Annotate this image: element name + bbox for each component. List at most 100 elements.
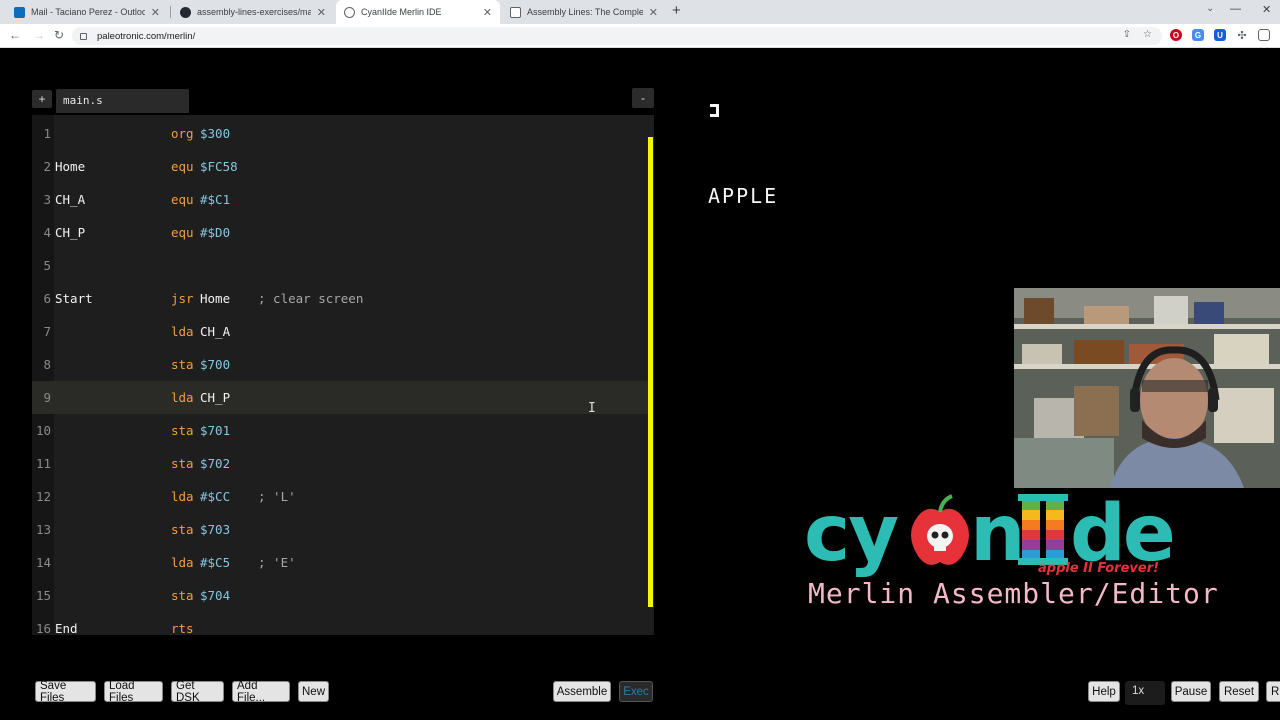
line-number: 1 [43, 126, 51, 141]
translate-extension-icon[interactable]: G [1192, 29, 1204, 41]
code-line[interactable]: 10 sta $701 [32, 414, 648, 447]
pause-button[interactable]: Pause [1171, 681, 1211, 702]
code-opcode: sta [171, 357, 194, 372]
close-icon[interactable]: ✕ [483, 6, 492, 19]
line-number: 9 [43, 390, 51, 405]
code-line[interactable]: 2 Home equ $FC58 [32, 150, 648, 183]
opera-extension-icon[interactable]: O [1170, 29, 1182, 41]
code-line[interactable]: 4 CH_P equ #$D0 [32, 216, 648, 249]
cut-off-button[interactable]: R [1266, 681, 1280, 702]
code-comment: ; 'L' [258, 489, 296, 504]
code-line[interactable]: 14 lda #$C5 ; 'E' [32, 546, 648, 579]
code-line[interactable]: 11 sta $702 [32, 447, 648, 480]
code-line[interactable]: 8 sta $700 [32, 348, 648, 381]
code-line[interactable]: 5 [32, 249, 648, 282]
file-tab-main-s[interactable]: main.s [56, 89, 189, 113]
lock-icon [80, 32, 87, 40]
url-text: paleotronic.com/merlin/ [97, 30, 196, 42]
code-opcode: lda [171, 555, 194, 570]
new-tab-button[interactable]: + [672, 2, 681, 19]
code-comment: ; clear screen [258, 291, 364, 306]
share-icon[interactable]: ⇪ [1123, 29, 1131, 40]
code-operand: CH_A [200, 324, 231, 339]
code-operand: #$CC [200, 489, 231, 504]
code-line[interactable]: 12 lda #$CC ; 'L' [32, 480, 648, 513]
editor-scrollbar[interactable] [648, 137, 653, 607]
browser-tab-github[interactable]: assembly-lines-exercises/main.s ✕ [172, 0, 334, 24]
bitwarden-extension-icon[interactable]: U [1214, 29, 1226, 41]
line-number: 15 [35, 588, 51, 603]
collapse-editor-button[interactable]: - [632, 88, 654, 108]
browser-tab-outlook[interactable]: Mail - Taciano Perez - Outlook ✕ [6, 0, 168, 24]
code-line[interactable]: 6 Start jsr Home ; clear screen [32, 282, 648, 315]
line-number: 8 [43, 357, 51, 372]
code-opcode: lda [171, 390, 194, 405]
code-opcode: sta [171, 522, 194, 537]
code-opcode: jsr [171, 291, 194, 306]
forward-arrow-icon[interactable]: → [33, 28, 45, 42]
code-line[interactable]: 13 sta $703 [32, 513, 648, 546]
code-operand: $300 [200, 126, 231, 141]
new-button[interactable]: New [298, 681, 329, 702]
code-operand: $702 [200, 456, 231, 471]
browser-tab-assembly-lines[interactable]: Assembly Lines: The Complete Bo ✕ [502, 0, 666, 24]
document-icon [510, 6, 521, 18]
close-icon[interactable]: ✕ [649, 6, 658, 19]
reset-button[interactable]: Reset [1219, 681, 1259, 702]
code-operand: $703 [200, 522, 231, 537]
line-number: 3 [43, 192, 51, 207]
assemble-button[interactable]: Assemble [553, 681, 611, 702]
browser-tab-merlin-ide[interactable]: CyanIIde Merlin IDE ✕ [336, 0, 500, 24]
tab-title: Assembly Lines: The Complete Bo [527, 7, 643, 17]
reload-icon[interactable]: ↻ [54, 28, 64, 42]
code-operand: #$C5 [200, 555, 231, 570]
line-number: 5 [43, 258, 51, 273]
browser-toolbar: ← → ↻ paleotronic.com/merlin/ ⇪ ☆ O G U … [0, 24, 1280, 48]
address-bar[interactable]: paleotronic.com/merlin/ ⇪ ☆ [72, 27, 1162, 45]
minimize-window-icon[interactable]: — [1230, 3, 1241, 15]
code-label: CH_P [55, 225, 86, 240]
line-number: 14 [35, 555, 51, 570]
code-opcode: equ [171, 192, 194, 207]
text-cursor-icon: I [588, 401, 596, 416]
puzzle-icon[interactable]: ✣ [1236, 29, 1248, 42]
sidepanel-icon[interactable] [1258, 29, 1270, 41]
code-operand: $704 [200, 588, 231, 603]
close-icon[interactable]: ✕ [317, 6, 326, 19]
code-opcode: equ [171, 159, 194, 174]
code-line[interactable]: 15 sta $704 [32, 579, 648, 612]
chevron-down-icon[interactable]: ⌄ [1206, 3, 1214, 14]
logo-subtitle: Merlin Assembler/Editor [808, 577, 1219, 610]
add-file-tab-button[interactable]: + [32, 90, 52, 108]
close-window-icon[interactable]: ✕ [1262, 3, 1271, 16]
apple-skull-icon [911, 494, 969, 565]
code-label: Start [55, 291, 93, 306]
code-editor[interactable]: 1 org $300 2 Home equ $FC58 3 CH_A equ #$C1 4 CH_P eq… [32, 115, 654, 635]
code-line[interactable]: 1 org $300 [32, 117, 648, 150]
code-opcode: sta [171, 423, 194, 438]
help-button[interactable]: Help [1088, 681, 1120, 702]
code-opcode: equ [171, 225, 194, 240]
speed-select[interactable]: 1x [1125, 681, 1165, 705]
svg-text:n: n [970, 490, 1024, 579]
star-icon[interactable]: ☆ [1143, 29, 1152, 40]
code-opcode: lda [171, 324, 194, 339]
code-line[interactable]: 16 End rts [32, 612, 648, 635]
load-files-button[interactable]: Load Files [104, 680, 163, 704]
add-file-button[interactable]: Add File... [232, 680, 290, 704]
code-line[interactable]: 3 CH_A equ #$C1 [32, 183, 648, 216]
code-line[interactable]: 9 lda CH_P [32, 381, 648, 414]
exec-button[interactable]: Exec [619, 681, 653, 702]
close-icon[interactable]: ✕ [151, 6, 160, 19]
code-label: End [55, 621, 78, 635]
line-number: 10 [35, 423, 51, 438]
code-operand: #$C1 [200, 192, 231, 207]
code-label: Home [55, 159, 86, 174]
back-arrow-icon[interactable]: ← [9, 28, 21, 42]
code-line[interactable]: 7 lda CH_A [32, 315, 648, 348]
save-files-button[interactable]: Save Files [35, 680, 96, 704]
get-dsk-button[interactable]: Get DSK [171, 680, 224, 704]
code-opcode: sta [171, 588, 194, 603]
line-number: 7 [43, 324, 51, 339]
line-number: 12 [35, 489, 51, 504]
